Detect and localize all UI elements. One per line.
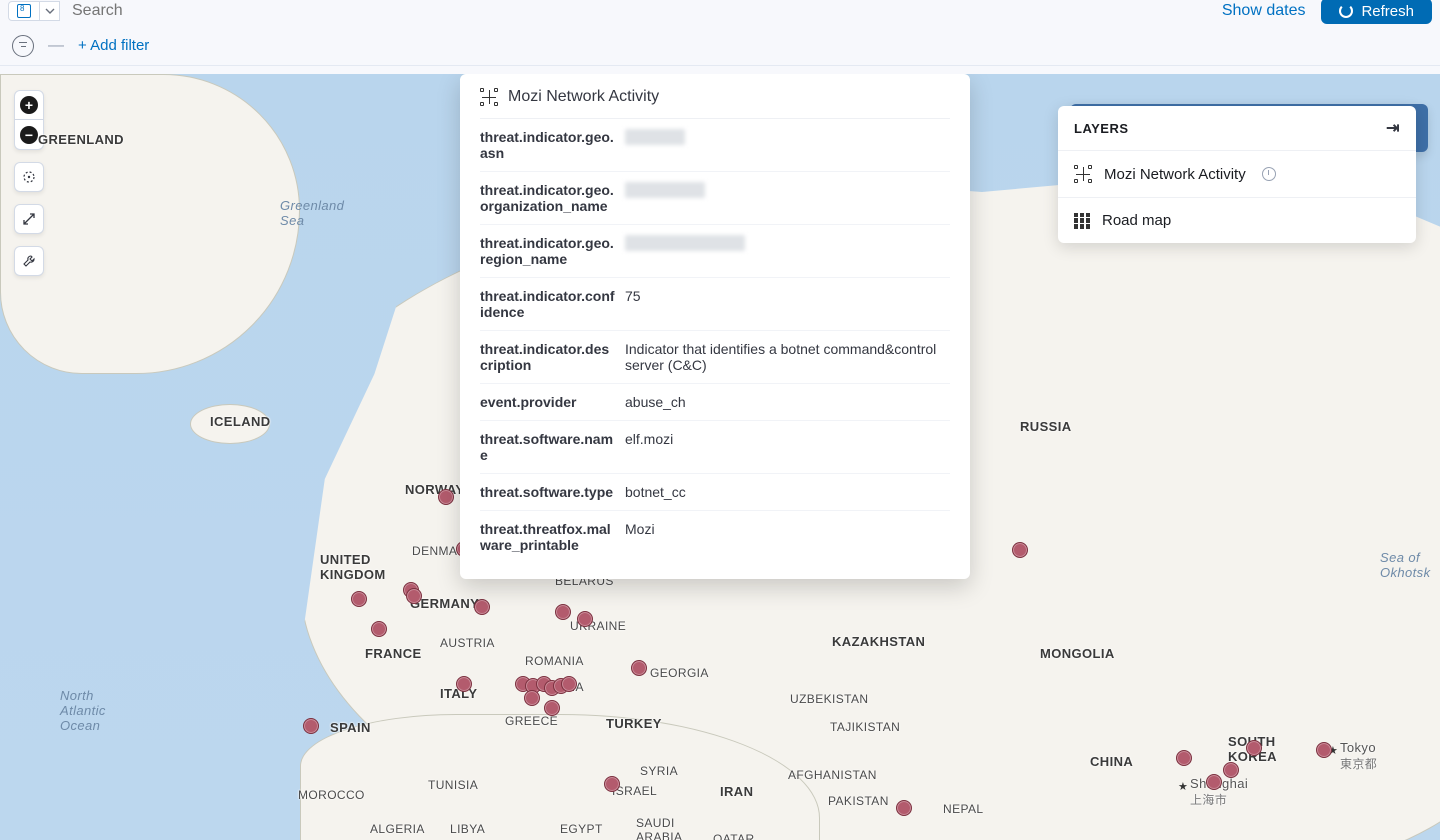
separator: — [48,37,64,55]
landmass [0,74,300,374]
refresh-button[interactable]: Refresh [1321,0,1432,24]
tooltip-field-value: abuse_ch [625,394,950,410]
tooltip-field-key: threat.software.name [480,431,625,463]
tooltip-field-key: threat.software.type [480,484,625,500]
layers-header: LAYERS ⇥ [1058,106,1416,151]
tooltip-row: threat.software.nameelf.mozi [480,421,950,474]
add-filter-button[interactable]: + Add filter [78,37,149,54]
search-input[interactable] [60,2,1222,20]
threat-point[interactable] [351,591,367,607]
feature-tooltip: Mozi Network Activity threat.indicator.g… [460,74,970,579]
threat-point[interactable] [1012,542,1028,558]
tooltip-title: Mozi Network Activity [508,88,659,106]
map-canvas[interactable]: + − GREENLANDGreenlandSeaICELANDNORWAYES… [0,74,1440,840]
layers-panel: LAYERS ⇥ Mozi Network Activity Road map [1058,106,1416,243]
layer-label: Road map [1102,212,1171,229]
fit-to-data-button[interactable] [14,162,44,192]
tooltip-row: threat.software.typebotnet_cc [480,474,950,511]
layer-label: Mozi Network Activity [1104,166,1246,183]
threat-point[interactable] [371,621,387,637]
redacted-value [625,129,685,145]
cluster-icon [480,88,498,106]
tooltip-field-value: botnet_cc [625,484,950,500]
layer-item[interactable]: Road map [1058,198,1416,243]
tooltip-row: threat.indicator.confidence75 [480,278,950,331]
layers-title: LAYERS [1074,121,1129,136]
threat-point[interactable] [577,611,593,627]
redacted-value [625,235,745,251]
collapse-icon[interactable]: ⇥ [1386,118,1400,138]
tooltip-row: threat.indicator.geo.organization_name [480,172,950,225]
tooltip-field-key: event.provider [480,394,625,410]
tooltip-field-value: 75 [625,288,950,320]
filter-icon[interactable] [12,35,34,57]
tooltip-field-value: Indicator that identifies a botnet comma… [625,341,950,373]
threat-point[interactable] [1316,742,1332,758]
refresh-icon [1339,4,1353,18]
refresh-label: Refresh [1361,3,1414,20]
threat-point[interactable] [1206,774,1222,790]
zoom-out-button[interactable]: − [14,120,44,150]
tooltip-field-value [625,235,950,267]
date-picker-chevron[interactable] [40,1,60,21]
cluster-icon [1074,165,1092,183]
date-picker-button[interactable] [8,1,40,21]
layer-item[interactable]: Mozi Network Activity [1058,151,1416,198]
wrench-icon [21,253,37,269]
threat-point[interactable] [524,690,540,706]
tooltip-row: threat.indicator.geo.asn [480,119,950,172]
crosshair-icon [21,169,37,185]
zoom-in-button[interactable]: + [14,90,44,120]
calendar-icon [17,4,31,18]
tooltip-row: threat.threatfox.malware_printableMozi [480,511,950,563]
expand-button[interactable] [14,204,44,234]
threat-point[interactable] [604,776,620,792]
tooltip-title-row: Mozi Network Activity [480,88,950,119]
threat-point[interactable] [555,604,571,620]
landmass [190,404,270,444]
expand-icon [22,212,36,226]
tooltip-field-value: Mozi [625,521,950,553]
threat-point[interactable] [561,676,577,692]
threat-point[interactable] [1223,762,1239,778]
city-marker: ★ [1178,780,1188,793]
tooltip-field-key: threat.indicator.geo.region_name [480,235,625,267]
threat-point[interactable] [456,676,472,692]
tooltip-field-value [625,129,950,161]
minus-icon: − [20,126,38,144]
threat-point[interactable] [1176,750,1192,766]
tooltip-field-value: elf.mozi [625,431,950,463]
threat-point[interactable] [1246,740,1262,756]
tooltip-row: event.providerabuse_ch [480,384,950,421]
threat-point[interactable] [631,660,647,676]
tooltip-field-key: threat.threatfox.malware_printable [480,521,625,553]
threat-point[interactable] [406,588,422,604]
tooltip-field-key: threat.indicator.geo.organization_name [480,182,625,214]
tooltip-row: threat.indicator.geo.region_name [480,225,950,278]
tools-button[interactable] [14,246,44,276]
threat-point[interactable] [896,800,912,816]
threat-point[interactable] [474,599,490,615]
grid-icon [1074,213,1090,229]
threat-point[interactable] [544,700,560,716]
tooltip-field-key: threat.indicator.description [480,341,625,373]
query-bar: Show dates Refresh [0,0,1440,22]
threat-point[interactable] [438,489,454,505]
tooltip-field-key: threat.indicator.geo.asn [480,129,625,161]
filter-bar: — + Add filter [0,26,1440,66]
plus-icon: + [20,96,38,114]
map-label: NorthAtlanticOcean [60,688,106,733]
redacted-value [625,182,705,198]
show-dates-link[interactable]: Show dates [1222,2,1306,20]
tooltip-field-value [625,182,950,214]
layers-section: LAYERS ⇥ Mozi Network ActivityRoad map A… [1070,90,1428,152]
clock-icon [1262,167,1276,181]
tooltip-row: threat.indicator.descriptionIndicator th… [480,331,950,384]
map-toolbar: + − [14,90,44,288]
threat-point[interactable] [303,718,319,734]
tooltip-field-key: threat.indicator.confidence [480,288,625,320]
